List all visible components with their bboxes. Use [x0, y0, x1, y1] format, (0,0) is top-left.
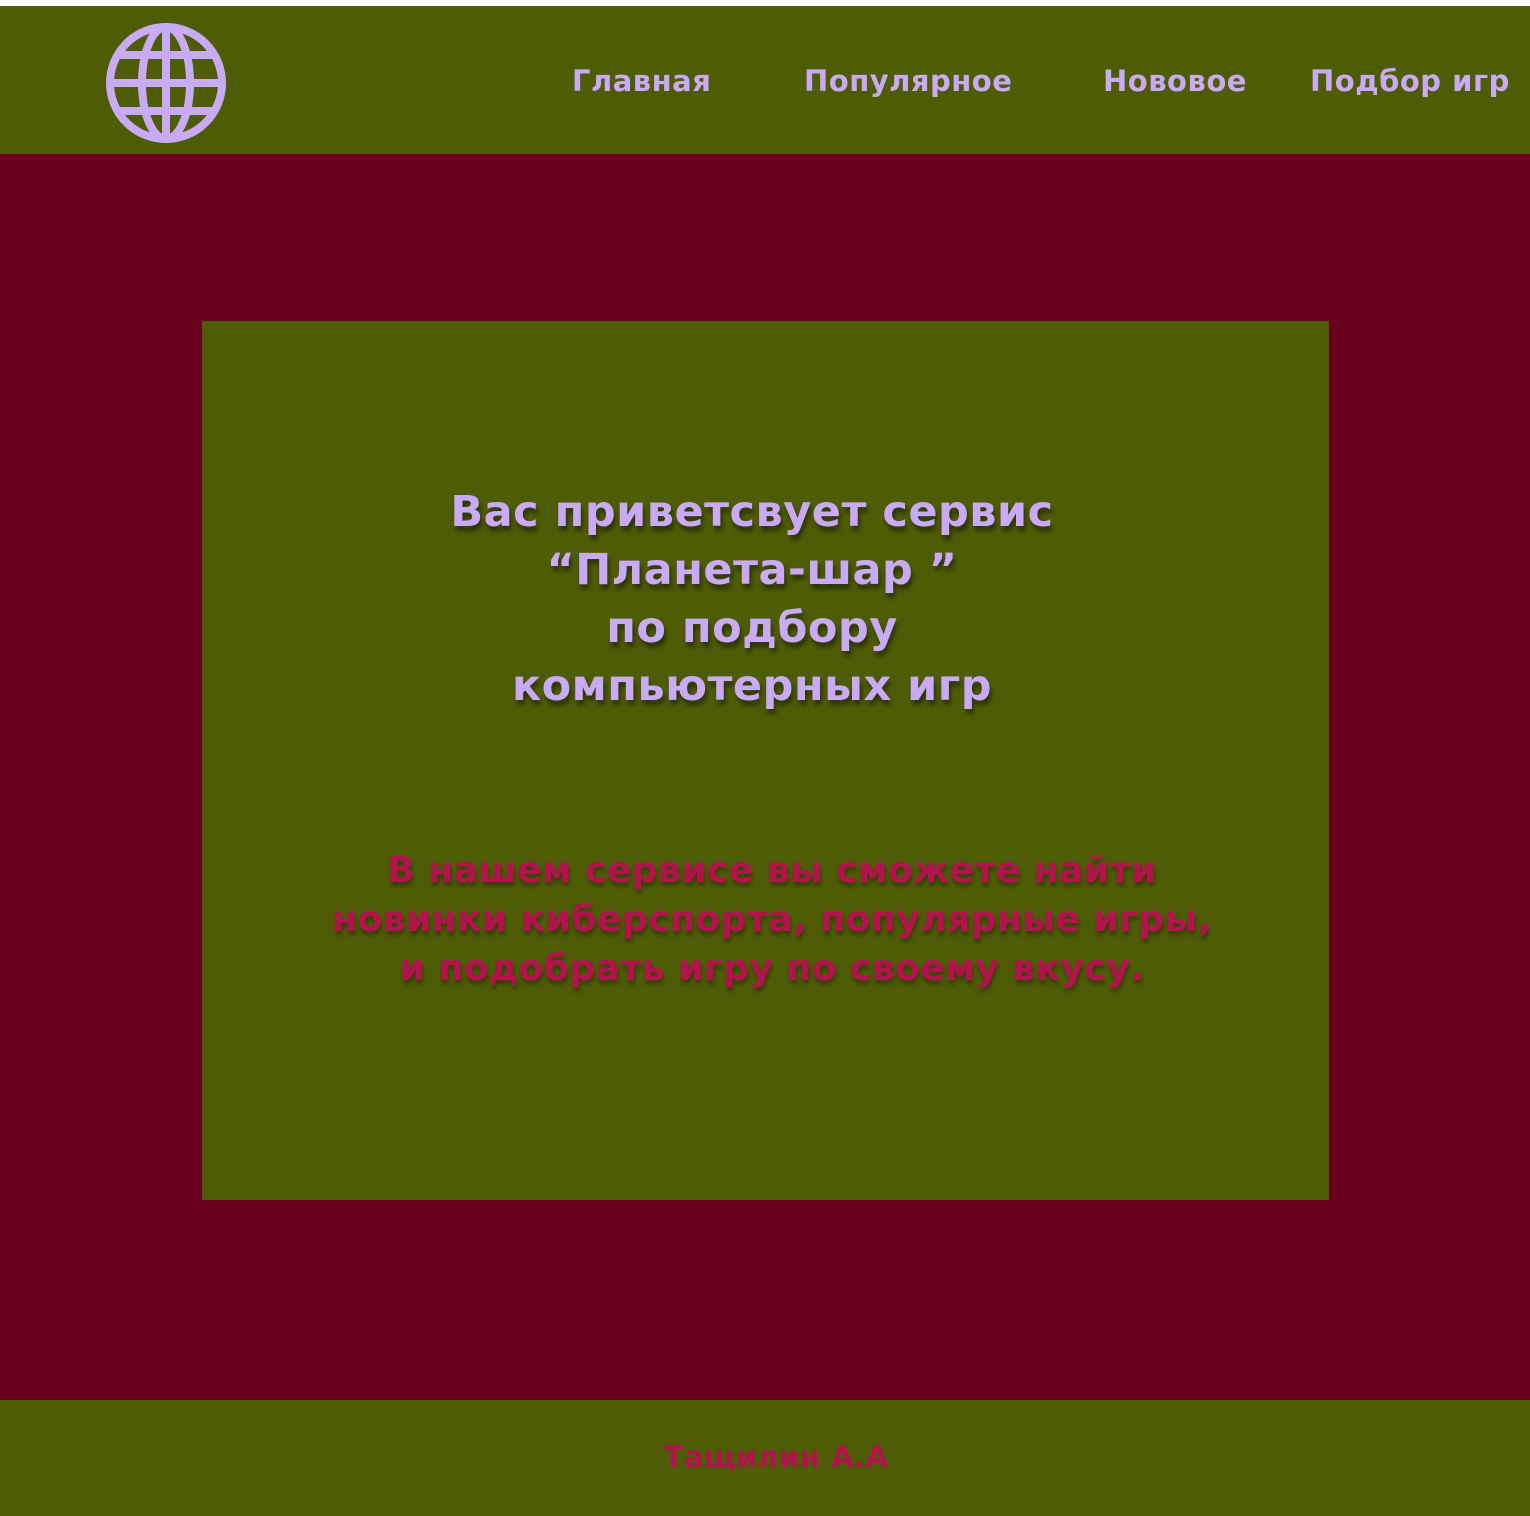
globe-icon[interactable]: [104, 21, 228, 145]
intro-line: новинки киберспорта, популярные игры,: [332, 899, 1212, 940]
welcome-line: “Планета-шар ”: [546, 545, 958, 595]
welcome-line: по подбору: [606, 603, 898, 653]
nav-link-popular[interactable]: Популярное: [804, 64, 1012, 98]
nav-link-home[interactable]: Главная: [572, 64, 711, 98]
site-footer: Тащилин А.А: [0, 1400, 1530, 1516]
main-section: Вас приветсвует сервис “Планета-шар ” по…: [0, 154, 1530, 1400]
intro-line: и подобрать игру по своему вкусу.: [399, 948, 1145, 989]
nav-link-game-picker[interactable]: Подбор игр: [1310, 64, 1510, 98]
site-header: Главная Популярное Нововое Подбор игр: [0, 6, 1530, 154]
author-name: Тащилин А.А: [663, 1440, 889, 1474]
intro-text: В нашем сервисе вы сможете найти новинки…: [202, 846, 1342, 993]
intro-line: В нашем сервисе вы сможете найти: [387, 850, 1157, 891]
nav-link-new[interactable]: Нововое: [1103, 64, 1247, 98]
welcome-line: Вас приветсвует сервис: [450, 487, 1054, 537]
welcome-line: компьютерных игр: [511, 661, 993, 711]
hero-panel: Вас приветсвует сервис “Планета-шар ” по…: [202, 321, 1329, 1200]
welcome-heading: Вас приветсвует сервис “Планета-шар ” по…: [202, 483, 1302, 715]
